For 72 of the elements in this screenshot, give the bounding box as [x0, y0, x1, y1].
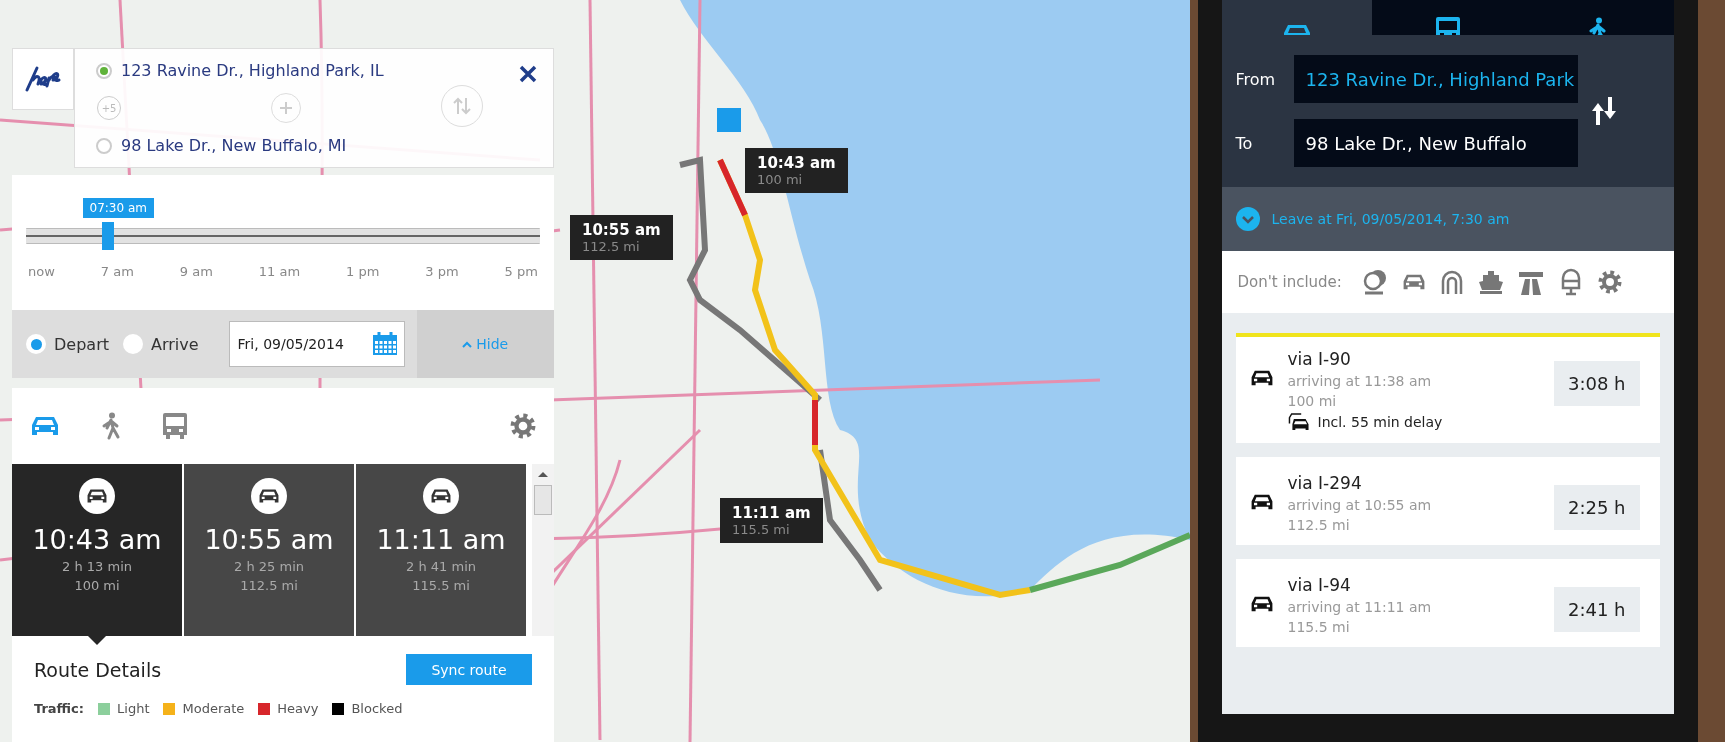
route-list-item[interactable]: via I-94 arriving at 11:11 am 115.5 mi 2:41 h: [1235, 559, 1660, 647]
tick-label: now: [28, 264, 55, 279]
date-field[interactable]: Fri, 09/05/2014: [228, 321, 405, 367]
tick-label: 1 pm: [346, 264, 380, 279]
from-field[interactable]: 123 Ravine Dr., Highland Park: [1293, 55, 1578, 103]
traffic-icon: [1287, 413, 1310, 431]
to-field[interactable]: 98 Lake Dr., New Buffalo: [1293, 119, 1578, 167]
origin-address[interactable]: 123 Ravine Dr., Highland Park, IL: [121, 61, 384, 80]
tick-label: 5 pm: [504, 264, 538, 279]
route-option-card[interactable]: 10:55 am 2 h 25 min 112.5 mi: [184, 464, 354, 636]
callout-distance: 115.5 mi: [732, 522, 791, 537]
from-label: From: [1235, 69, 1277, 89]
route-option-card[interactable]: 11:11 am 2 h 41 min 115.5 mi: [356, 464, 526, 636]
end-point-icon: [95, 136, 113, 155]
arrival-time: 11:11 am: [376, 524, 506, 555]
chevron-up-icon: [462, 340, 473, 348]
logo-icon[interactable]: [12, 48, 74, 110]
arrival-time: 10:55 am: [204, 524, 334, 555]
slider-thumb[interactable]: [102, 222, 115, 250]
route-duration: 2 h 25 min: [234, 559, 304, 574]
route-list-item[interactable]: via I-294 arriving at 10:55 am 112.5 mi 2:25 h: [1235, 457, 1660, 545]
travel-mode-tab[interactable]: [162, 411, 188, 441]
callout-distance: 112.5 mi: [582, 239, 641, 254]
time-option-radio[interactable]: Arrive: [123, 334, 199, 354]
boat-icon[interactable]: [1477, 270, 1504, 294]
legend-label: Light: [117, 701, 150, 716]
callout-time: 10:43 am: [757, 154, 836, 172]
duration-badge: 2:25 h: [1553, 485, 1640, 530]
route-callout[interactable]: 10:55 am 112.5 mi: [570, 215, 673, 260]
legend-label: Moderate: [182, 701, 245, 716]
bus-icon: [162, 411, 188, 441]
route-duration: 2 h 41 min: [406, 559, 476, 574]
traffic-label: Traffic:: [34, 701, 85, 716]
scrollbar[interactable]: [532, 464, 554, 636]
destination-address[interactable]: 98 Lake Dr., New Buffalo, MI: [121, 136, 347, 155]
route-distance: 112.5 mi: [240, 578, 298, 593]
to-label: To: [1235, 133, 1254, 153]
duration-badge: 3:08 h: [1553, 361, 1640, 406]
route-duration: 2 h 13 min: [62, 559, 132, 574]
route-details-title: Route Details: [34, 658, 162, 681]
callout-distance: 100 mi: [757, 172, 804, 187]
duration-badge: 2:41 h: [1553, 587, 1640, 632]
mode-tab[interactable]: [1221, 0, 1373, 35]
route-list-item[interactable]: via I-90 arriving at 11:38 am 100 mi Incl. 55 min delay 3:08 h: [1235, 333, 1660, 443]
route-callout[interactable]: 11:11 am 115.5 mi: [720, 498, 823, 543]
highway-icon[interactable]: [1517, 269, 1544, 295]
calendar-icon[interactable]: [371, 332, 398, 356]
travel-mode-tab[interactable]: [100, 412, 122, 440]
legend-label: Heavy: [277, 701, 319, 716]
walking-person-icon: [100, 412, 122, 440]
coin-icon[interactable]: [1361, 269, 1388, 295]
exclude-label: Don't include:: [1237, 273, 1342, 291]
legend-label: Blocked: [351, 701, 403, 716]
arrival-time: 10:43 am: [32, 524, 162, 555]
settings-icon[interactable]: [510, 413, 536, 439]
route-distance: 115.5 mi: [412, 578, 470, 593]
callout-time: 11:11 am: [732, 504, 811, 522]
tick-label: 3 pm: [425, 264, 459, 279]
tick-label: 11 am: [258, 264, 301, 279]
callout-time: 10:55 am: [582, 221, 661, 239]
time-option-radio[interactable]: Depart: [26, 334, 109, 354]
chevron-down-icon: [1235, 207, 1260, 231]
tick-label: 7 am: [100, 264, 134, 279]
start-point-icon: [95, 61, 113, 80]
start-marker[interactable]: [717, 108, 741, 132]
settings-icon[interactable]: [1597, 270, 1622, 294]
swap-icon[interactable]: [1591, 97, 1616, 125]
time-label: 07:30 am: [82, 198, 154, 218]
route-distance: 100 mi: [74, 578, 120, 593]
route-callout[interactable]: 10:43 am 100 mi: [745, 148, 848, 193]
tunnel-icon[interactable]: [1439, 270, 1464, 294]
tick-label: 9 am: [179, 264, 213, 279]
